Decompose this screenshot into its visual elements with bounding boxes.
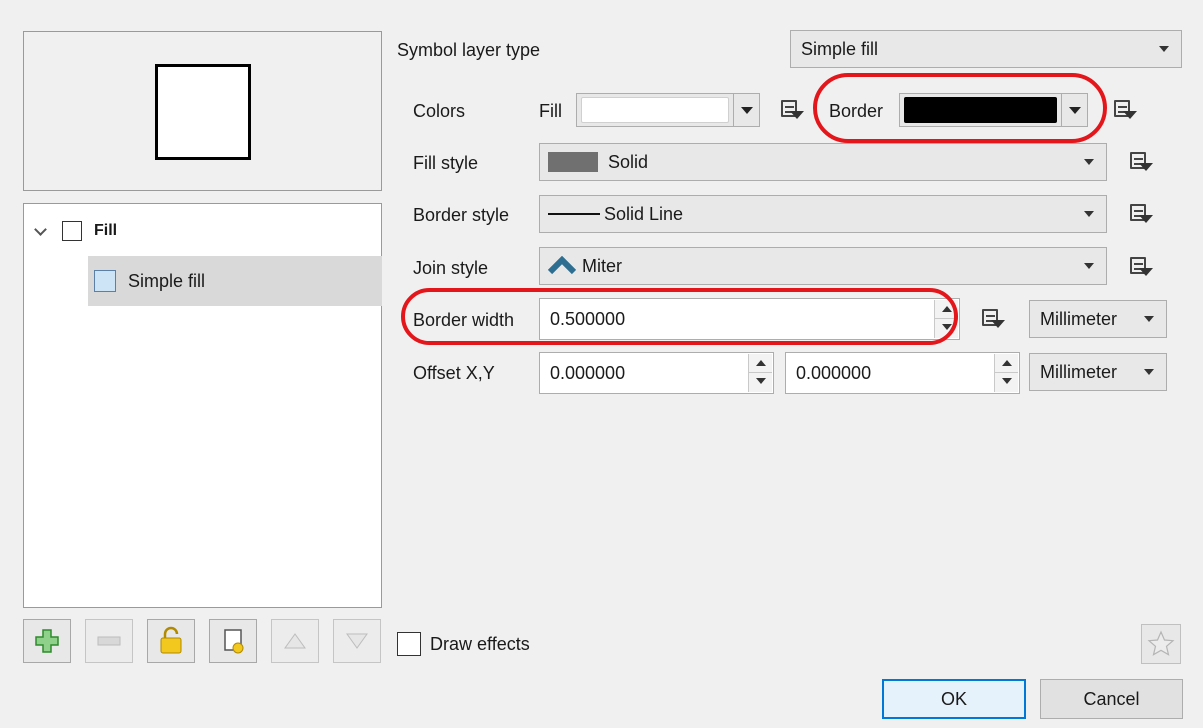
colors-label: Colors [413, 101, 466, 121]
fill-style-value: Solid [608, 151, 649, 172]
cancel-button-label: Cancel [1083, 688, 1140, 709]
triangle-down-icon [346, 633, 368, 649]
data-defined-override-icon[interactable] [1128, 150, 1154, 174]
tree-item-fill-label: Fill [94, 222, 118, 239]
chevron-down-icon [1084, 159, 1094, 165]
chevron-down-icon [1144, 369, 1154, 375]
draw-effects-label: Draw effects [430, 634, 530, 654]
tree-item-fill[interactable]: Fill [24, 214, 381, 248]
offset-unit-select[interactable]: Millimeter [1029, 353, 1167, 391]
remove-layer-button[interactable] [85, 619, 133, 663]
add-layer-button[interactable] [23, 619, 71, 663]
offset-label: Offset X,Y [413, 363, 495, 383]
data-defined-override-icon[interactable] [1128, 202, 1154, 226]
lock-layer-button[interactable] [147, 619, 195, 663]
fill-style-label: Fill style [413, 153, 479, 173]
border-color-button[interactable] [899, 93, 1088, 127]
draw-effects-checkbox[interactable] [397, 632, 421, 656]
move-down-button[interactable] [333, 619, 381, 663]
chevron-down-icon[interactable] [34, 224, 48, 238]
ok-button[interactable]: OK [882, 679, 1026, 719]
offset-unit-value: Millimeter [1040, 361, 1118, 382]
miter-join-icon [548, 256, 576, 275]
lock-icon [160, 626, 182, 654]
fill-color-label: Fill [539, 101, 562, 121]
duplicate-layer-button[interactable] [209, 619, 257, 663]
border-width-unit-select[interactable]: Millimeter [1029, 300, 1167, 338]
border-width-spinner[interactable] [934, 300, 958, 338]
cancel-button[interactable]: Cancel [1040, 679, 1183, 719]
offset-y-spinner[interactable] [994, 354, 1018, 392]
symbol-layer-type-select[interactable]: Simple fill [790, 30, 1182, 68]
border-color-swatch [904, 97, 1057, 123]
symbol-layer-type-label: Symbol layer type [397, 40, 541, 60]
preview-square [155, 64, 251, 160]
offset-x-spinner[interactable] [748, 354, 772, 392]
symbol-layer-type-value: Simple fill [801, 38, 879, 59]
chevron-down-icon [1159, 46, 1169, 52]
border-width-unit-value: Millimeter [1040, 308, 1118, 329]
minus-icon [97, 636, 121, 646]
border-style-select[interactable]: Solid Line [539, 195, 1107, 233]
symbol-layer-tree[interactable]: Fill Simple fill [23, 203, 382, 608]
effects-settings-button[interactable] [1141, 624, 1181, 664]
offset-x-value: 0.000000 [550, 363, 626, 383]
offset-x-input[interactable]: 0.000000 [539, 352, 774, 394]
join-style-select[interactable]: Miter [539, 247, 1107, 285]
tree-item-simple-fill-label: Simple fill [128, 271, 206, 291]
simple-fill-swatch-icon [94, 270, 116, 292]
data-defined-override-icon[interactable] [1128, 255, 1154, 279]
symbol-preview [23, 31, 382, 191]
plus-icon [35, 629, 59, 653]
offset-y-value: 0.000000 [796, 363, 872, 383]
chevron-down-icon[interactable] [733, 94, 759, 126]
chevron-down-icon [1084, 211, 1094, 217]
chevron-down-icon [1144, 316, 1154, 322]
star-icon [1147, 630, 1175, 656]
chevron-down-icon [1084, 263, 1094, 269]
offset-y-input[interactable]: 0.000000 [785, 352, 1020, 394]
join-style-value: Miter [582, 255, 622, 276]
border-style-label: Border style [413, 205, 510, 225]
join-style-label: Join style [413, 258, 489, 278]
duplicate-icon [224, 629, 244, 654]
solid-line-icon [548, 213, 600, 215]
solid-fill-swatch-icon [548, 152, 598, 172]
data-defined-override-icon[interactable] [1112, 98, 1138, 122]
data-defined-override-icon[interactable] [779, 98, 805, 122]
border-color-label: Border [829, 101, 884, 121]
triangle-up-icon [284, 633, 306, 649]
fill-color-button[interactable] [576, 93, 760, 127]
border-width-input[interactable]: 0.500000 [539, 298, 960, 340]
data-defined-override-icon[interactable] [980, 307, 1006, 331]
border-style-value: Solid Line [604, 203, 684, 224]
ok-button-label: OK [940, 688, 967, 709]
fill-layer-checkbox[interactable] [62, 221, 82, 241]
border-width-value: 0.500000 [550, 309, 626, 329]
chevron-down-icon[interactable] [1061, 94, 1087, 126]
fill-color-swatch [581, 97, 729, 123]
border-width-label: Border width [413, 310, 515, 330]
fill-style-select[interactable]: Solid [539, 143, 1107, 181]
move-up-button[interactable] [271, 619, 319, 663]
tree-item-simple-fill[interactable]: Simple fill [88, 256, 382, 306]
